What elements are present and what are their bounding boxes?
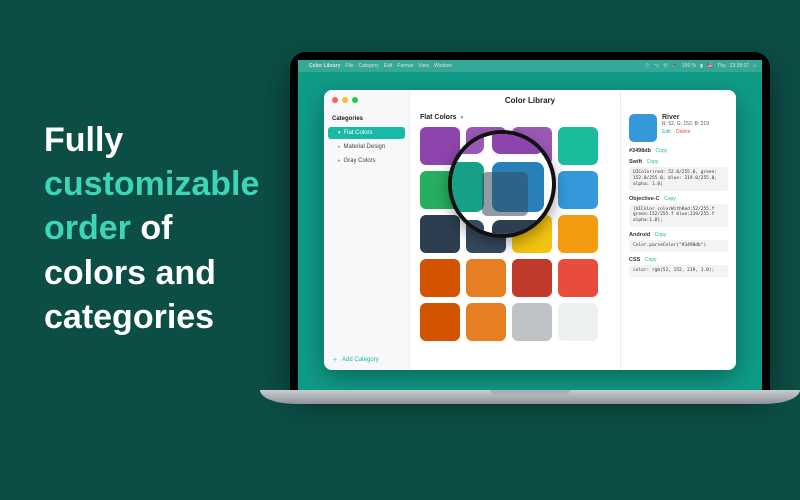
marketing-headline: Fully customizable order of colors and c…	[44, 118, 274, 339]
headline-l6: categories	[44, 298, 214, 336]
hex-value: #3498db	[629, 148, 651, 154]
color-swatch[interactable]	[448, 162, 484, 212]
chevron-down-icon: ▾	[338, 130, 341, 136]
sidebar-item-label: Material Design	[344, 144, 386, 150]
color-rgb: R: 52, G: 152, B: 219	[662, 121, 709, 127]
desktop: Color Library File Category Edit Format …	[298, 60, 762, 390]
color-name: River	[662, 114, 709, 121]
color-swatch[interactable]	[558, 171, 598, 209]
menubar-app-name[interactable]: Color Library	[309, 63, 340, 69]
chevron-right-icon: ▸	[338, 144, 341, 150]
delete-color-button[interactable]: Delete	[676, 129, 690, 135]
chevron-right-icon: ▸	[338, 158, 341, 164]
color-swatch[interactable]	[420, 259, 460, 297]
menu-file[interactable]: File	[345, 63, 353, 69]
window-zoom-button[interactable]	[352, 97, 358, 103]
android-code: Color.parseColor("#3498db")	[629, 240, 728, 252]
sidebar-item-gray-colors[interactable]: ▸ Gray Colors	[328, 155, 405, 167]
category-picker[interactable]: Flat Colors ▾	[420, 114, 612, 121]
menu-category[interactable]: Category	[358, 63, 378, 69]
sidebar-item-label: Flat Colors	[344, 130, 373, 136]
plus-icon: ＋	[332, 355, 338, 364]
menu-edit[interactable]: Edit	[384, 63, 393, 69]
laptop-base	[260, 390, 800, 404]
battery-pct: 100 %	[682, 63, 696, 69]
wifi-icon[interactable]: ⌔	[645, 63, 650, 69]
color-swatch[interactable]	[512, 303, 552, 341]
color-swatch[interactable]	[512, 259, 552, 297]
clock-day: Thu	[717, 63, 726, 69]
copy-objc-button[interactable]: Copy	[664, 196, 676, 202]
section-swift: Swift	[629, 159, 642, 165]
phone-icon[interactable]: ✆	[663, 63, 667, 69]
color-swatch[interactable]	[466, 303, 506, 341]
spotlight-icon[interactable]: ⌕	[753, 63, 756, 69]
color-swatch[interactable]	[558, 215, 598, 253]
color-swatch[interactable]	[558, 303, 598, 341]
clock-time: 23:38:37	[730, 63, 749, 69]
section-objc: Objective-C	[629, 196, 660, 202]
headline-l3: order	[44, 209, 131, 247]
volume-icon[interactable]: 🔈	[672, 63, 678, 69]
copy-hex-button[interactable]: Copy	[656, 148, 668, 154]
detail-swatch	[629, 114, 657, 142]
add-category-label: Add Category	[342, 357, 379, 363]
menu-format[interactable]: Format	[397, 63, 413, 69]
headline-l5: colors and	[44, 254, 216, 292]
laptop-mockup: Color Library File Category Edit Format …	[290, 52, 770, 404]
menu-window[interactable]: Window	[434, 63, 452, 69]
headline-l4: of	[131, 209, 173, 247]
battery-icon[interactable]: ▮	[700, 63, 703, 69]
sidebar-item-flat-colors[interactable]: ▾ Flat Colors	[328, 127, 405, 139]
color-swatch[interactable]	[492, 130, 544, 154]
chevron-down-icon: ▾	[461, 115, 464, 121]
detail-panel: River R: 52, G: 152, B: 219 Edit Delete …	[620, 90, 736, 370]
copy-css-button[interactable]: Copy	[645, 257, 657, 263]
dragging-swatch[interactable]	[482, 172, 528, 216]
color-swatch[interactable]	[420, 303, 460, 341]
sidebar-item-label: Gray Colors	[344, 158, 376, 164]
color-swatch[interactable]	[466, 259, 506, 297]
headline-l1: Fully	[44, 121, 123, 159]
sidebar: Categories ▾ Flat Colors ▸ Material Desi…	[324, 90, 410, 370]
magnifier-overlay	[448, 130, 556, 238]
color-swatch[interactable]	[448, 130, 484, 154]
screen-bezel: Color Library File Category Edit Format …	[290, 52, 770, 390]
menubar-status: ⌔ ⌥ ✆ 🔈 100 % ▮ 🇺🇸 Thu 23:38:37 ⌕	[645, 63, 756, 69]
objc-code: [UIColor colorWithRed:52/255.f green:152…	[629, 204, 728, 228]
copy-swift-button[interactable]: Copy	[647, 159, 659, 165]
css-code: color: rgb(52, 152, 219, 1.0);	[629, 265, 728, 277]
headline-l2: customizable	[44, 165, 259, 203]
copy-android-button[interactable]: Copy	[655, 232, 667, 238]
section-css: CSS	[629, 257, 640, 263]
edit-color-button[interactable]: Edit	[662, 129, 671, 135]
sidebar-item-material-design[interactable]: ▸ Material Design	[328, 141, 405, 153]
swift-code: UIColor(red: 52.0/255.0, green: 152.0/25…	[629, 167, 728, 191]
color-swatch[interactable]	[558, 259, 598, 297]
macos-menubar[interactable]: Color Library File Category Edit Format …	[298, 60, 762, 72]
laptop-notch	[490, 390, 570, 395]
sidebar-heading: Categories	[324, 114, 409, 126]
color-swatch[interactable]	[558, 127, 598, 165]
window-close-button[interactable]	[332, 97, 338, 103]
bluetooth-icon[interactable]: ⌥	[654, 63, 660, 69]
traffic-lights	[332, 97, 358, 103]
flag-icon[interactable]: 🇺🇸	[707, 63, 713, 69]
window-minimize-button[interactable]	[342, 97, 348, 103]
category-picker-label: Flat Colors	[420, 114, 457, 121]
section-android: Android	[629, 232, 650, 238]
add-category-button[interactable]: ＋ Add Category	[324, 349, 409, 370]
menu-view[interactable]: View	[418, 63, 429, 69]
